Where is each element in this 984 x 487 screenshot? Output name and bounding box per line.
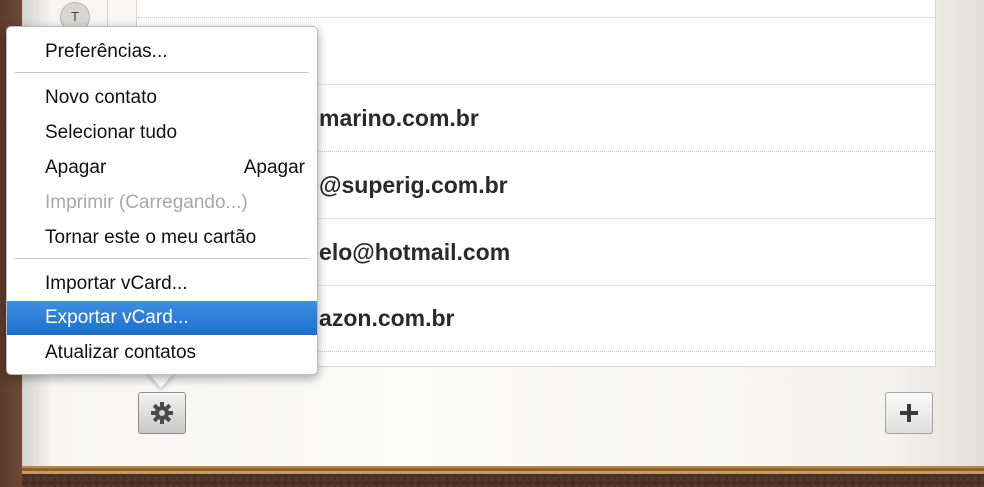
menu-item-select-all[interactable]: Selecionar tudo — [7, 116, 317, 150]
menu-item-preferences[interactable]: Preferências... — [7, 35, 317, 69]
menu-item-label: Preferências... — [45, 41, 168, 62]
menu-item-label: Imprimir (Carregando...) — [45, 192, 248, 213]
settings-dropdown-menu: Preferências... Novo contato Selecionar … — [6, 26, 318, 375]
menu-item-delete[interactable]: Apagar Apagar — [7, 151, 317, 185]
menu-item-export-vcard[interactable]: Exportar vCard... — [7, 301, 317, 335]
menu-separator — [15, 72, 309, 73]
menu-item-label: Apagar — [45, 157, 107, 178]
menu-item-label: Tornar este o meu cartão — [45, 227, 257, 248]
menu-item-refresh-contacts[interactable]: Atualizar contatos — [7, 336, 317, 370]
menu-item-label: Novo contato — [45, 87, 157, 108]
menu-item-label: Selecionar tudo — [45, 122, 178, 143]
menu-item-print: Imprimir (Carregando...) — [7, 186, 317, 220]
gear-icon — [151, 402, 173, 424]
plus-icon — [900, 404, 918, 422]
contact-email: nazon.com.br — [305, 305, 455, 331]
menu-item-make-my-card[interactable]: Tornar este o meu cartão — [7, 221, 317, 255]
contact-email: o@superig.com.br — [305, 172, 508, 198]
contact-email: bmarino.com.br — [305, 105, 479, 131]
menu-item-label: Atualizar contatos — [45, 342, 197, 363]
menu-item-label: Exportar vCard... — [45, 307, 189, 328]
add-contact-button[interactable] — [885, 392, 933, 434]
contact-email: belo@hotmail.com — [305, 239, 511, 265]
menu-separator — [15, 258, 309, 259]
menu-item-shortcut: Apagar — [243, 157, 305, 178]
menu-item-label: Importar vCard... — [45, 273, 188, 294]
menu-item-new-contact[interactable]: Novo contato — [7, 81, 317, 115]
settings-button[interactable] — [138, 392, 186, 434]
menu-item-import-vcard[interactable]: Importar vCard... — [7, 267, 317, 301]
list-row-empty — [137, 0, 935, 18]
